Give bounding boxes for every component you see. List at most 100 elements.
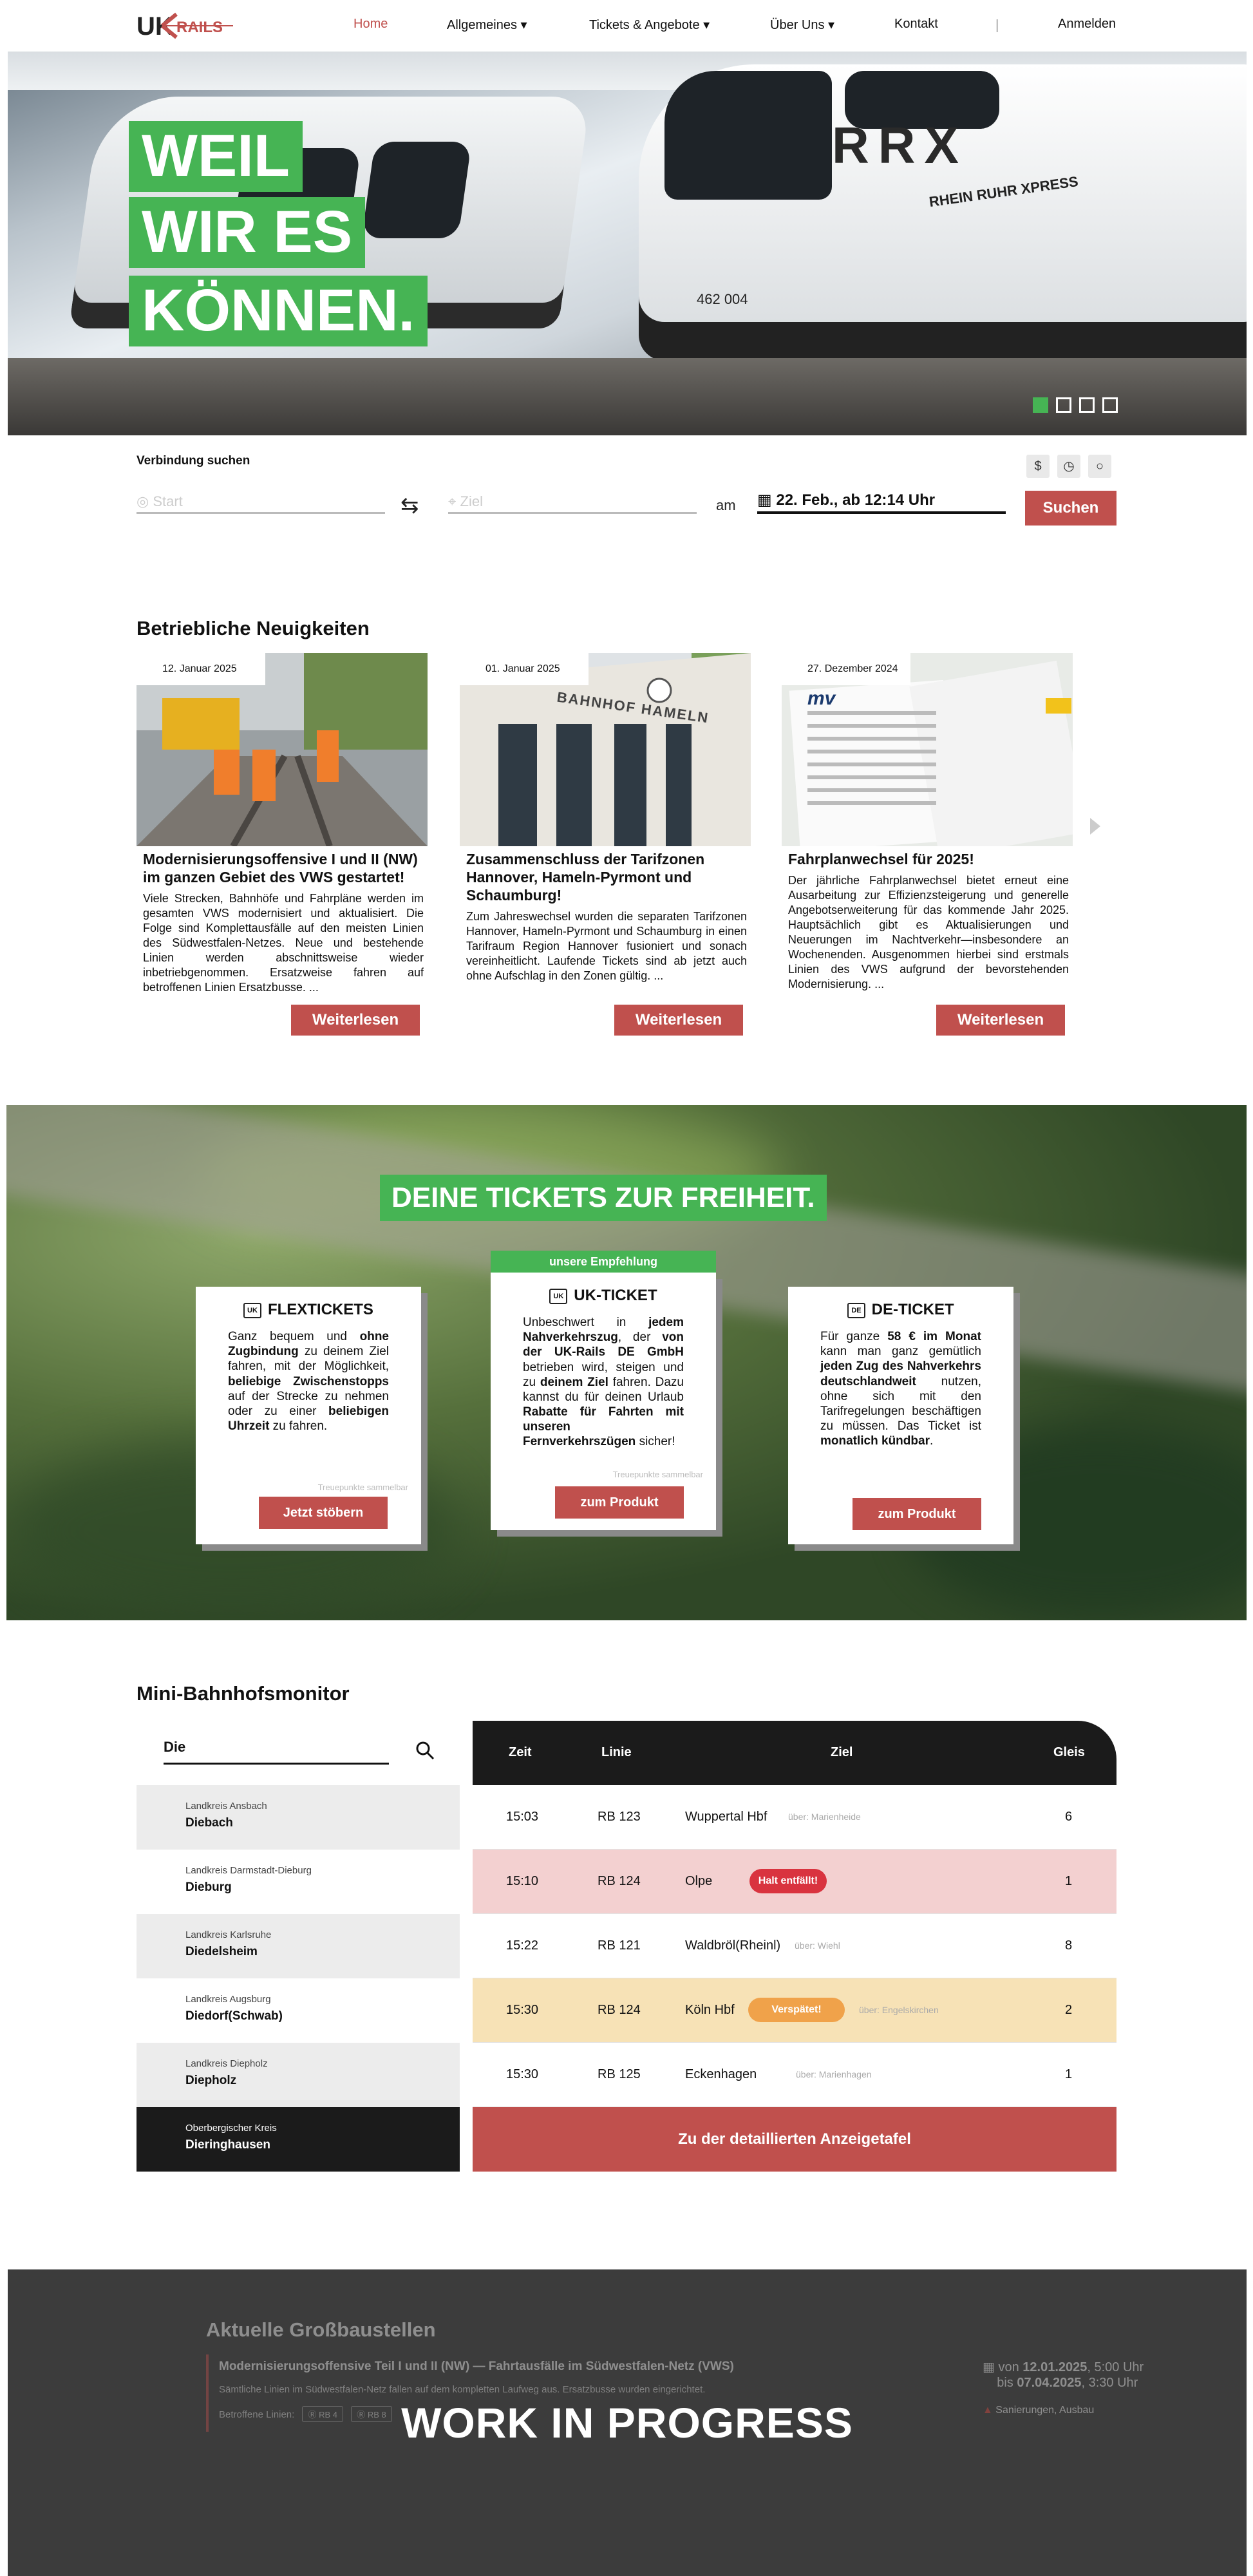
departure-destination: Waldbröl(Rheinl): [685, 1938, 781, 1953]
news-text: Der jährliche Fahrplanwechsel bietet ern…: [788, 874, 1069, 991]
station-list-item-selected[interactable]: Oberbergischer Kreis Dieringhausen: [137, 2107, 460, 2172]
train-brand: RRX: [832, 117, 968, 174]
news-headline[interactable]: Modernisierungsoffensive I und II (NW) i…: [143, 850, 424, 886]
ticket-title: UK-TICKET: [574, 1287, 657, 1304]
ticket-description: Für ganze 58 € im Monat kann man ganz ge…: [820, 1330, 981, 1448]
connection-search-title: Verbindung suchen: [137, 454, 250, 468]
read-more-button[interactable]: Weiterlesen: [291, 1005, 420, 1036]
departure-platform: 2: [1065, 2003, 1073, 2017]
departure-line: RB 123: [598, 1810, 641, 1824]
news-date: 27. Dezember 2024: [782, 653, 910, 685]
nav-kontakt[interactable]: Kontakt: [894, 17, 938, 32]
station-list-item[interactable]: Landkreis Karlsruhe Diedelsheim: [137, 1914, 460, 1978]
departure-via: über: Marienhagen: [796, 2069, 872, 2079]
construction-title: Aktuelle Großbaustellen: [206, 2318, 436, 2341]
news-section-title: Betriebliche Neuigkeiten: [137, 617, 370, 639]
departure-destination: Olpe: [685, 1874, 713, 1888]
read-more-button[interactable]: Weiterlesen: [614, 1005, 743, 1036]
ticket-note: Treuepunkte sammelbar: [612, 1470, 703, 1479]
monitor-section-title: Mini-Bahnhofsmonitor: [137, 1682, 350, 1705]
train-number: 462 004: [697, 291, 748, 307]
departure-destination: Köln Hbf: [685, 2003, 735, 2017]
date-picker[interactable]: ▦ 22. Feb., ab 12:14 Uhr: [757, 489, 1006, 514]
departure-row[interactable]: 15:30 RB 125 Eckenhagen 1 über: Marienhagen: [473, 2043, 1116, 2107]
nav-home[interactable]: Home: [353, 17, 388, 32]
news-next-arrow-icon[interactable]: [1090, 818, 1100, 835]
ticket-card-de-ticket: DE DE-TICKET Für ganze 58 € im Monat kann…: [788, 1287, 1013, 1544]
departure-line: RB 121: [598, 1938, 641, 1953]
news-image-track-workers: 12. Januar 2025: [137, 653, 428, 846]
departure-row[interactable]: 15:03 RB 123 Wuppertal Hbf 6 über: Marienhei…: [473, 1785, 1116, 1850]
nav-tickets-angebote[interactable]: Tickets & Angebote ▾: [589, 17, 710, 33]
station-list-item[interactable]: Landkreis Augsburg Diedorf(Schwab): [137, 1978, 460, 2043]
news-image-station-hameln: 01. Januar 2025 BAHNHOF HAMELN: [460, 653, 751, 846]
uk-rails-logo[interactable]: UK RAILS: [137, 10, 240, 41]
construction-headline: Modernisierungsoffensive Teil I und II (…: [219, 2360, 734, 2373]
departure-row[interactable]: 15:22 RB 121 Waldbröl(Rheinl) 8 über: Wiehl: [473, 1914, 1116, 1978]
departure-platform: 6: [1065, 1810, 1073, 1824]
search-icon[interactable]: [415, 1740, 435, 1761]
news-card: 12. Januar 2025 Modernisierungsoffensive…: [137, 653, 428, 1039]
ticket-description: Unbeschwert in jedem Nahverkehrszug, der…: [523, 1316, 684, 1449]
clock-icon[interactable]: ◷: [1057, 455, 1080, 478]
login-link[interactable]: Anmelden: [1058, 17, 1116, 32]
station-search-input[interactable]: Die: [164, 1739, 389, 1765]
dollar-icon[interactable]: $: [1026, 455, 1050, 478]
news-image-timetables: mv 27. Dezember 2024: [782, 653, 1073, 846]
detailed-board-button[interactable]: Zu der detaillierten Anzeigetafel: [473, 2107, 1116, 2172]
slider-dot-1[interactable]: [1033, 397, 1048, 413]
news-text: Viele Strecken, Bahnhöfe und Fahrpläne w…: [143, 892, 424, 994]
ticket-note: Treuepunkte sammelbar: [317, 1482, 408, 1492]
departure-line: RB 125: [598, 2067, 641, 2081]
read-more-button[interactable]: Weiterlesen: [936, 1005, 1065, 1036]
calendar-icon: ▦: [983, 2360, 995, 2374]
svg-text:mv: mv: [807, 688, 837, 709]
col-ziel: Ziel: [831, 1745, 853, 1759]
station-list-item[interactable]: Landkreis Ansbach Diebach: [137, 1785, 460, 1850]
station-list-item[interactable]: Landkreis Diepholz Diepholz: [137, 2043, 460, 2107]
construction-text: Sämtliche Linien im Südwestfalen-Netz fa…: [219, 2384, 706, 2395]
svg-text:RAILS: RAILS: [176, 19, 223, 36]
ticket-card-flexticket: UK FLEXTICKETS Ganz bequem und ohne Zugbi…: [196, 1287, 421, 1544]
news-headline[interactable]: Fahrplanwechsel für 2025!: [788, 850, 1069, 868]
swap-direction-icon[interactable]: ⇆: [400, 493, 419, 518]
browse-button[interactable]: Jetzt stöbern: [259, 1497, 388, 1529]
departure-row[interactable]: 15:10 RB 124 Olpe 1 Halt entfällt!: [473, 1850, 1116, 1914]
hero-headline-line-1: WEIL: [129, 121, 303, 192]
slider-dot-3[interactable]: [1079, 397, 1095, 413]
departure-platform: 1: [1065, 2067, 1073, 2081]
departure-destination: Wuppertal Hbf: [685, 1810, 768, 1824]
circle-icon[interactable]: ○: [1088, 455, 1111, 478]
work-in-progress-overlay: WORK IN PROGRESS: [401, 2399, 853, 2447]
search-button[interactable]: Suchen: [1025, 491, 1116, 526]
ticket-card-uk-ticket: UK UK-TICKET Unbeschwert in jedem Nahverk…: [491, 1273, 716, 1530]
slider-dot-4[interactable]: [1102, 397, 1118, 413]
departure-row[interactable]: 15:30 RB 124 Köln Hbf 2 über: Engelskirchen V…: [473, 1978, 1116, 2043]
uk-ticket-icon: UK: [549, 1288, 568, 1304]
start-input[interactable]: ◎ Start: [137, 491, 385, 514]
news-date: 12. Januar 2025: [137, 653, 265, 685]
departure-time: 15:10: [506, 1874, 539, 1888]
departure-time: 15:03: [506, 1810, 539, 1824]
departure-via: über: Wiehl: [795, 1940, 840, 1951]
ticket-title: FLEXTICKETS: [267, 1301, 373, 1318]
flexticket-icon: UK: [243, 1302, 261, 1318]
nav-ueber-uns[interactable]: Über Uns ▾: [770, 17, 834, 33]
news-headline[interactable]: Zusammenschluss der Tarifzonen Hannover,…: [466, 850, 747, 904]
product-button[interactable]: zum Produkt: [555, 1486, 684, 1519]
departure-line: RB 124: [598, 2003, 641, 2017]
slider-dot-2[interactable]: [1056, 397, 1071, 413]
departure-status-badge: Halt entfällt!: [749, 1869, 827, 1893]
departure-destination: Eckenhagen: [685, 2067, 757, 2081]
hero-headline-line-2: WIR ES: [129, 197, 366, 268]
nav-allgemeines[interactable]: Allgemeines ▾: [447, 17, 527, 33]
de-ticket-icon: DE: [847, 1302, 865, 1318]
product-button[interactable]: zum Produkt: [853, 1498, 981, 1530]
destination-input[interactable]: ⌖ Ziel: [448, 491, 697, 514]
departure-time: 15:30: [506, 2067, 539, 2081]
station-list-item[interactable]: Landkreis Darmstadt-Dieburg Dieburg: [137, 1850, 460, 1914]
calendar-icon: ▦: [757, 491, 772, 509]
construction-dates: ▦ von 12.01.2025, 5:00 Uhr bis 07.04.202…: [983, 2360, 1144, 2390]
news-card: 01. Januar 2025 BAHNHOF HAMELN Zusammens…: [460, 653, 751, 1039]
departure-platform: 1: [1065, 1874, 1073, 1888]
